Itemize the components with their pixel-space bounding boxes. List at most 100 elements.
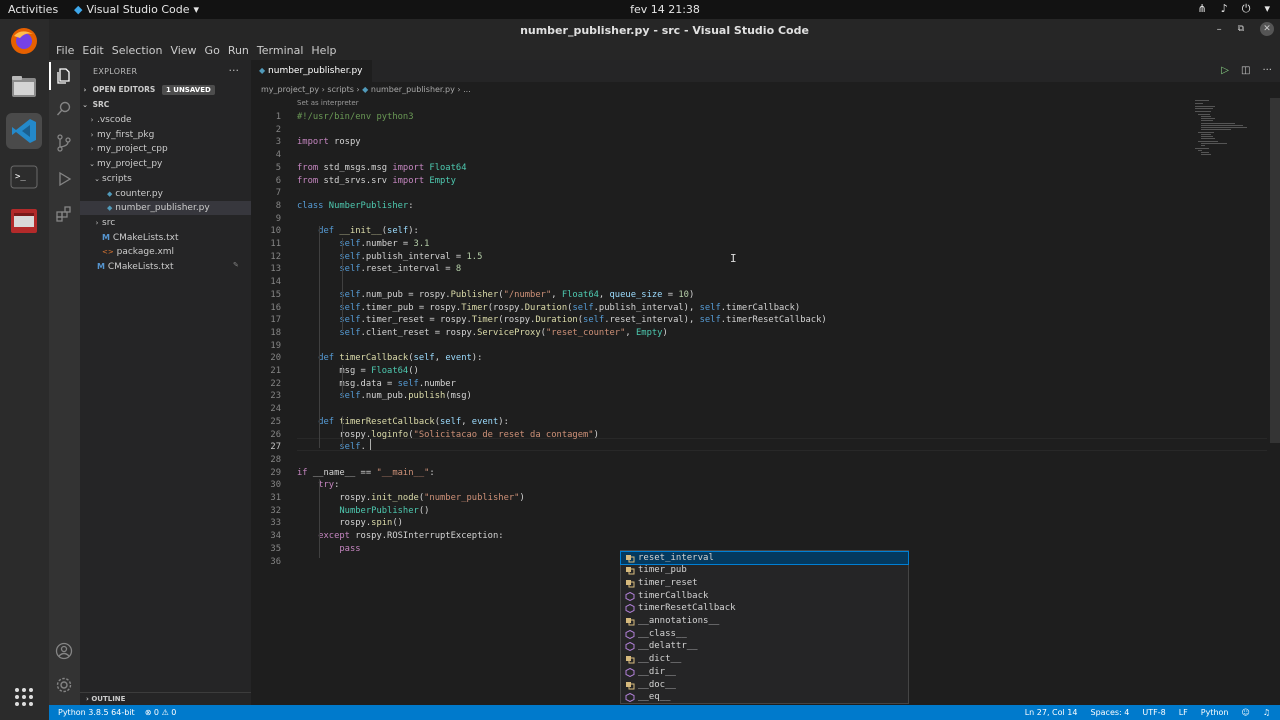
tree-folder[interactable]: ⌄ my_project_py — [80, 157, 251, 171]
chevron-down-icon: ⌄ — [89, 160, 95, 169]
minimize-icon[interactable]: – — [1217, 24, 1222, 35]
language-mode[interactable]: Python — [1201, 705, 1229, 720]
tree-folder[interactable]: › my_first_pkg — [80, 128, 251, 142]
code-editor[interactable]: Set as interpreter 1 #!/usr/bin/env pytho… — [251, 98, 1280, 705]
suggestion-item[interactable]: __doc__ — [621, 679, 908, 692]
more-actions-icon[interactable]: ··· — [229, 64, 240, 77]
clock[interactable]: fev 14 21:38 — [0, 3, 1280, 16]
vertical-scrollbar[interactable] — [1270, 98, 1280, 443]
power-icon: ⏻ — [1241, 2, 1251, 15]
line-number: 1 — [275, 112, 281, 122]
suggestion-item[interactable]: __delattr__ — [621, 640, 908, 653]
breadcrumb-item[interactable]: ... — [463, 85, 471, 94]
code-line: self.number = 3.1 — [339, 239, 430, 249]
suggestion-item[interactable]: __dict__ — [621, 653, 908, 666]
suggestion-item[interactable]: timerResetCallback — [621, 602, 908, 615]
extensions-icon[interactable] — [53, 203, 75, 225]
source-control-icon[interactable] — [53, 132, 75, 154]
editor-actions: ▷ ◫ ··· — [1221, 65, 1272, 76]
minimap[interactable] — [1195, 98, 1270, 158]
outline-section[interactable]: › OUTLINE — [80, 692, 251, 705]
line-number: 36 — [270, 556, 281, 567]
rqt-icon[interactable] — [6, 203, 42, 239]
close-icon[interactable]: ✕ — [1260, 22, 1274, 36]
feedback-icon[interactable]: ☺ — [1241, 705, 1249, 720]
method-icon — [625, 693, 635, 704]
method-icon — [625, 629, 635, 641]
tab-number-publisher[interactable]: ◆ number_publisher.py ● — [251, 60, 372, 98]
pencil-icon: ✎ — [233, 261, 239, 269]
suggestion-item[interactable]: timer_reset — [621, 577, 908, 590]
vscode-icon[interactable] — [6, 113, 42, 149]
end-of-line[interactable]: LF — [1179, 705, 1188, 720]
terminal-icon[interactable]: >_ — [6, 159, 42, 195]
more-actions-icon[interactable]: ··· — [1262, 65, 1272, 76]
suggestion-label: __annotations__ — [638, 616, 720, 626]
python-interpreter[interactable]: Python 3.8.5 64-bit — [58, 705, 135, 720]
src-root-section[interactable]: ⌄ SRC — [80, 98, 251, 112]
suggestion-item[interactable]: timerCallback — [621, 590, 908, 603]
menu-edit[interactable]: Edit — [78, 42, 107, 60]
indentation[interactable]: Spaces: 4 — [1090, 705, 1129, 720]
tree-file[interactable]: M CMakeLists.txt — [80, 260, 251, 274]
tree-file[interactable]: ◆ counter.py — [80, 187, 251, 201]
unsaved-badge: 1 UNSAVED — [161, 85, 215, 95]
app-grid-icon[interactable] — [6, 679, 42, 715]
suggestion-item[interactable]: __annotations__ — [621, 615, 908, 628]
menu-selection[interactable]: Selection — [108, 42, 167, 60]
editor-tab-bar: ◆ number_publisher.py ● ▷ ◫ ··· — [251, 60, 1280, 98]
suggestion-item[interactable]: __dir__ — [621, 666, 908, 679]
suggestion-label: timerResetCallback — [638, 603, 736, 614]
suggestion-label: timer_reset — [638, 577, 698, 588]
line-number: 31 — [270, 493, 281, 503]
firefox-icon[interactable] — [6, 23, 42, 59]
notifications-bell-icon[interactable]: ♫ — [1263, 705, 1270, 720]
tree-folder[interactable]: › src — [80, 216, 251, 230]
breadcrumb-item[interactable]: number_publisher.py — [371, 85, 455, 94]
breadcrumb-item[interactable]: scripts — [327, 85, 353, 94]
menu-file[interactable]: File — [52, 42, 78, 60]
activity-bar — [49, 60, 80, 705]
line-number: 13 — [270, 264, 281, 275]
suggestion-item[interactable]: reset_interval — [620, 550, 909, 566]
tree-folder[interactable]: › my_project_cpp — [80, 142, 251, 156]
code-line: msg = Float64() — [297, 366, 419, 376]
manage-gear-icon[interactable] — [53, 674, 75, 696]
menu-help[interactable]: Help — [307, 42, 340, 60]
suggestion-item[interactable]: timer_pub — [621, 564, 908, 577]
menu-view[interactable]: View — [166, 42, 200, 60]
chevron-right-icon: › — [90, 130, 94, 139]
system-tray[interactable]: ⋔ ♪ ⏻ ▾ — [1198, 2, 1270, 16]
explorer-icon[interactable] — [53, 65, 75, 87]
menu-terminal[interactable]: Terminal — [253, 42, 308, 60]
suggestion-item[interactable]: __eq__ — [621, 691, 908, 704]
restore-icon[interactable]: ⧉ — [1238, 24, 1244, 34]
svg-text:>_: >_ — [15, 172, 26, 182]
autocomplete-suggestions[interactable]: reset_interval timer_pub timer_reset timerC… — [620, 550, 909, 704]
code-line: rospy.init_node("number_publisher") — [297, 493, 525, 503]
encoding[interactable]: UTF-8 — [1142, 705, 1165, 720]
line-number: 12 — [270, 251, 281, 262]
open-editors-section[interactable]: › OPEN EDITORS 1 UNSAVED — [80, 83, 251, 97]
run-file-icon[interactable]: ▷ — [1221, 65, 1229, 76]
tree-folder[interactable]: › .vscode — [80, 113, 251, 127]
tree-file[interactable]: <> package.xml — [80, 245, 251, 259]
window-title-bar: number_publisher.py - src - Visual Studi… — [49, 19, 1280, 42]
code-line: import rospy — [297, 137, 361, 148]
tree-folder[interactable]: ⌄ scripts — [80, 172, 251, 186]
problems-indicator[interactable]: ⊗ 0 ⚠ 0 — [145, 705, 177, 720]
menu-run[interactable]: Run — [224, 42, 253, 60]
menu-go[interactable]: Go — [201, 42, 224, 60]
run-debug-icon[interactable] — [53, 168, 75, 190]
codelens-set-interpreter[interactable]: Set as interpreter — [297, 99, 359, 107]
cursor-position[interactable]: Ln 27, Col 14 — [1025, 705, 1078, 720]
files-icon[interactable] — [6, 69, 42, 105]
account-icon[interactable] — [53, 640, 75, 662]
suggestion-item[interactable]: __class__ — [621, 628, 908, 641]
tree-file[interactable]: M CMakeLists.txt — [80, 231, 251, 245]
breadcrumb-item[interactable]: my_project_py — [261, 85, 319, 94]
search-icon[interactable] — [53, 98, 75, 120]
split-editor-icon[interactable]: ◫ — [1241, 65, 1250, 76]
line-number: 22 — [270, 378, 281, 389]
tree-file[interactable]: ◆ number_publisher.py — [80, 201, 251, 216]
